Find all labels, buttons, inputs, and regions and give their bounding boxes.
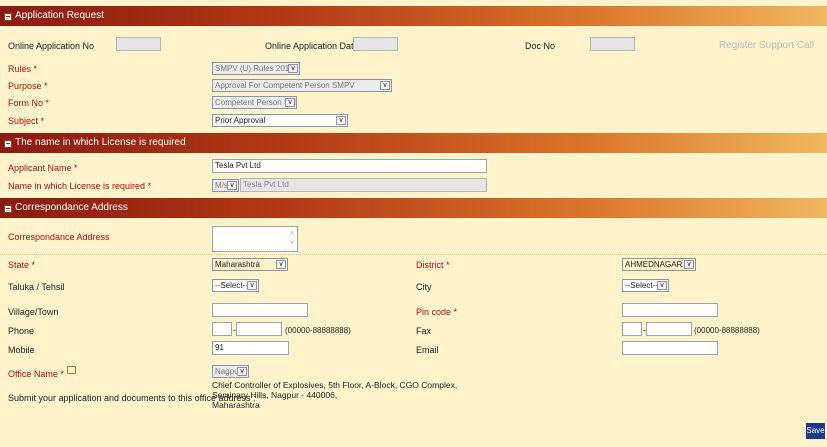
chevron-down-icon: ∨: [380, 81, 390, 90]
phone-label: Phone: [8, 326, 35, 336]
village-label: Village/Town: [8, 307, 59, 317]
village-input[interactable]: [212, 303, 308, 317]
subject-label: Subject *: [8, 116, 45, 126]
chevron-down-icon: ∨: [336, 116, 346, 125]
online-application-no-input: [116, 37, 161, 51]
city-label: City: [416, 282, 432, 292]
doc-no-input: [590, 37, 635, 51]
chevron-down-icon: ∨: [288, 64, 298, 73]
correspondance-address-label: Correspondance Address: [8, 232, 110, 242]
chevron-down-icon: ∨: [276, 260, 286, 269]
license-name-label: Name in which License is required *: [8, 181, 152, 191]
section-title: Application Request: [15, 10, 104, 21]
register-support-call-link[interactable]: Register Support Call: [719, 40, 814, 52]
office-address-block: Chief Controller of Explosives, 5th Floo…: [212, 380, 457, 410]
mobile-label: Mobile: [8, 345, 35, 355]
rules-value: SMPV (U) Rules 2016: [215, 64, 294, 73]
fax-label: Fax: [416, 326, 432, 336]
section-header-application-request: Application Request: [0, 6, 827, 26]
correspondance-address-textarea[interactable]: ∧ ∨: [212, 226, 298, 252]
phone-number-input[interactable]: [236, 322, 282, 336]
section-header-license: The name in which License is required: [0, 133, 827, 153]
mobile-input[interactable]: 91: [212, 341, 289, 355]
collapse-icon[interactable]: [4, 13, 12, 21]
office-name-select[interactable]: Nagpur ∨: [212, 365, 249, 378]
office-name-text: Office Name *: [8, 369, 64, 379]
fax-number-input[interactable]: [646, 322, 692, 336]
chevron-down-icon: ∨: [684, 260, 694, 269]
online-application-date-input: [353, 37, 398, 51]
office-address-line: Seminary Hills, Nagpur - 440006,: [212, 390, 338, 400]
collapse-icon[interactable]: [4, 205, 12, 213]
email-label: Email: [416, 345, 439, 355]
applicant-name-label: Applicant Name *: [8, 163, 78, 173]
save-button[interactable]: Save: [806, 423, 825, 439]
online-application-no-label: Online Application No: [8, 41, 95, 51]
form-no-label: Form No *: [8, 98, 50, 108]
mobile-value: 91: [215, 343, 224, 352]
office-address-line: Chief Controller of Explosives, 5th Floo…: [212, 380, 458, 390]
taluka-label: Taluka / Tehsil: [8, 282, 65, 292]
license-name-value: Tesla Pvt Ltd: [243, 180, 289, 189]
district-value: AHMEDNAGAR: [625, 260, 683, 269]
subject-value: Prior Approval: [215, 116, 266, 125]
form-no-select[interactable]: Competent Person SMPV∨: [212, 96, 297, 109]
chevron-down-icon: ∨: [227, 181, 237, 190]
district-select[interactable]: AHMEDNAGAR ∨: [622, 258, 696, 271]
applicant-name-value: Tesla Pvt Ltd: [215, 161, 261, 170]
pincode-label: Pin code *: [416, 307, 458, 317]
taluka-value: --Select--: [215, 281, 248, 290]
office-name-label: Office Name *: [8, 366, 76, 380]
chevron-down-icon: ∨: [247, 281, 257, 290]
subject-select[interactable]: Prior Approval ∨: [212, 114, 348, 127]
purpose-value: Approval For Competent Person SMPV: [215, 81, 355, 90]
purpose-select[interactable]: Approval For Competent Person SMPV ∨: [212, 79, 392, 92]
chevron-down-icon: ∨: [285, 98, 295, 107]
purpose-label: Purpose *: [8, 81, 48, 91]
doc-no-label: Doc No: [525, 41, 556, 51]
email-input[interactable]: [622, 341, 718, 355]
state-value: Maharashtra: [215, 260, 260, 269]
scroll-arrows-icon: ∧ ∨: [289, 230, 295, 246]
fax-std-input[interactable]: [622, 322, 642, 336]
section-header-correspondance: Correspondance Address: [0, 198, 827, 218]
city-select[interactable]: --Select-- ∨: [622, 279, 669, 292]
office-address-line: Maharashtra: [212, 400, 260, 410]
divider: [0, 254, 827, 256]
license-name-input: Tesla Pvt Ltd: [240, 178, 487, 192]
chevron-down-icon: ∨: [657, 281, 667, 290]
fax-format-hint: (00000-88888888): [694, 326, 760, 335]
applicant-name-input[interactable]: Tesla Pvt Ltd: [212, 159, 487, 173]
taluka-select[interactable]: --Select-- ∨: [212, 279, 259, 292]
title-select[interactable]: M/s. ∨: [212, 179, 239, 192]
phone-format-hint: (00000-88888888): [285, 326, 351, 335]
district-label: District *: [416, 260, 450, 270]
city-value: --Select--: [625, 281, 658, 290]
state-label: State *: [8, 260, 36, 270]
rules-select[interactable]: SMPV (U) Rules 2016 ∨: [212, 62, 300, 75]
chevron-down-icon: ∨: [237, 367, 247, 376]
speech-bubble-icon[interactable]: [66, 366, 76, 374]
collapse-icon[interactable]: [4, 140, 12, 148]
section-title: The name in which License is required: [15, 137, 186, 148]
phone-std-input[interactable]: [212, 322, 232, 336]
section-title: Correspondance Address: [15, 202, 128, 213]
rules-label: Rules *: [8, 64, 38, 74]
state-select[interactable]: Maharashtra ∨: [212, 258, 288, 271]
pincode-input[interactable]: [622, 303, 718, 317]
online-application-date-label: Online Application Date: [265, 41, 359, 51]
